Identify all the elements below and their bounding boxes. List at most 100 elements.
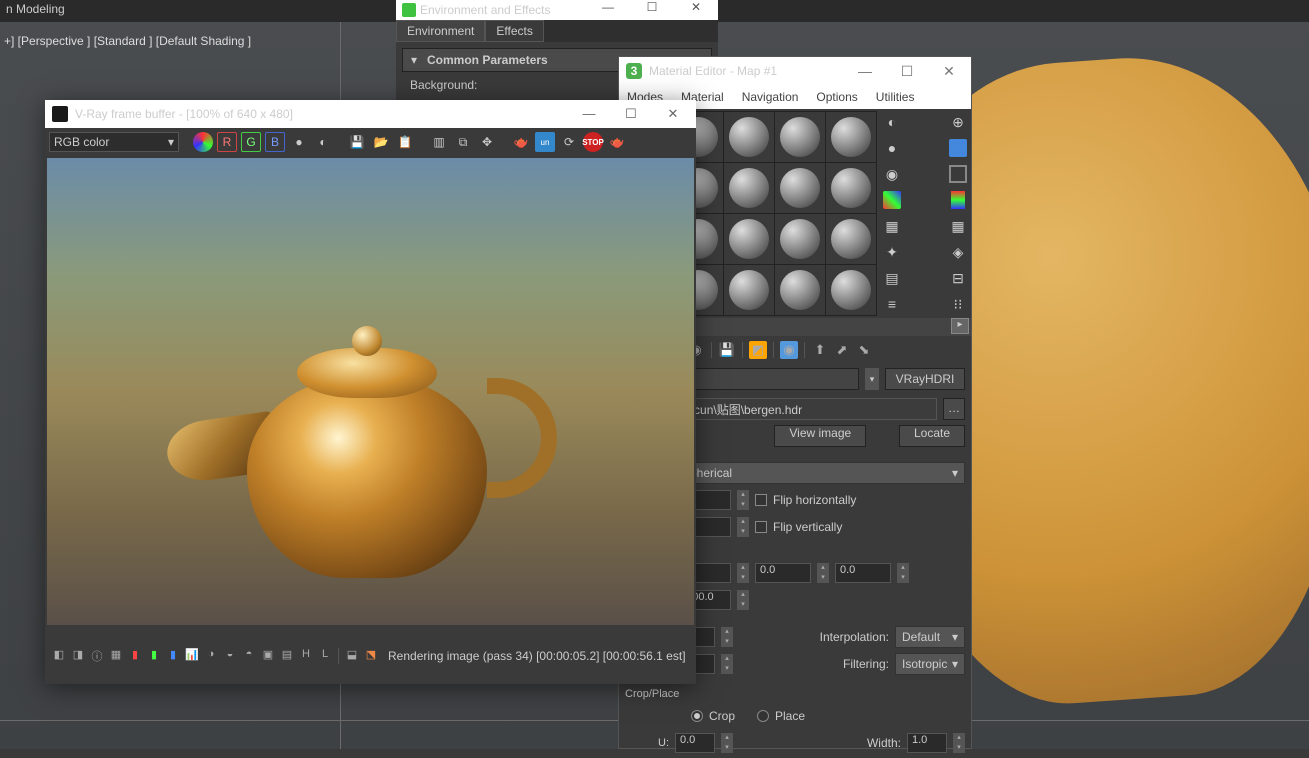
locate-button[interactable]: Locate xyxy=(899,425,965,447)
sample-slot[interactable] xyxy=(826,214,876,264)
pixel-info-icon[interactable]: ▦ xyxy=(108,648,124,664)
flip-vert-checkbox[interactable] xyxy=(755,521,767,533)
color-correction-icon[interactable]: ◧ xyxy=(51,648,67,664)
spinner[interactable]: ▴▾ xyxy=(721,627,733,647)
go-sibling-icon[interactable]: ⬊ xyxy=(855,341,873,359)
sample-slot[interactable] xyxy=(826,112,876,162)
show-end-result-icon[interactable]: ◉ xyxy=(780,341,798,359)
load-image-icon[interactable]: 📂 xyxy=(371,132,391,152)
save-image-icon[interactable]: 💾 xyxy=(347,132,367,152)
reset-map-icon[interactable]: 💾 xyxy=(718,341,736,359)
material-name-dropdown[interactable]: ▾ xyxy=(865,368,879,390)
histogram-icon[interactable]: 📊 xyxy=(184,648,200,664)
spinner[interactable]: ▴▾ xyxy=(737,563,749,583)
sample-slot[interactable] xyxy=(775,214,825,264)
mono-channel-icon[interactable]: ◐ xyxy=(313,132,333,152)
go-parent-icon[interactable]: ⬆ xyxy=(811,341,829,359)
sample-slot[interactable] xyxy=(724,163,774,213)
spinner[interactable]: ▴▾ xyxy=(721,654,733,674)
curve-icon[interactable]: ▮ xyxy=(146,648,162,664)
select-by-material-icon[interactable]: ⊕ xyxy=(949,113,967,131)
menu-utilities[interactable]: Utilities xyxy=(876,90,915,104)
put-to-scene-icon[interactable]: ⊟ xyxy=(949,269,967,287)
flip-horiz-checkbox[interactable] xyxy=(755,494,767,506)
stamp-icon[interactable]: ▤ xyxy=(279,648,295,664)
close-button[interactable]: ✕ xyxy=(652,102,694,126)
show-map-icon[interactable]: ◩ xyxy=(749,341,767,359)
close-button[interactable]: ✕ xyxy=(674,0,718,20)
sample-type-icon[interactable]: ◐ xyxy=(883,113,901,131)
refresh-icon[interactable]: ⟳ xyxy=(559,132,579,152)
spinner[interactable]: ▴▾ xyxy=(737,490,749,510)
spinner[interactable]: ▴▾ xyxy=(737,517,749,537)
menu-options[interactable]: Options xyxy=(816,90,857,104)
clear-image-icon[interactable]: ▥ xyxy=(429,132,449,152)
browse-file-button[interactable]: … xyxy=(943,398,965,420)
width-input[interactable]: 1.0 xyxy=(907,733,947,753)
compare-icon[interactable]: ⬓ xyxy=(344,648,360,664)
track-mouse-icon[interactable]: 🫖 xyxy=(511,132,531,152)
icc-icon[interactable]: ▣ xyxy=(260,648,276,664)
alpha-channel-icon[interactable]: ● xyxy=(289,132,309,152)
ocio-icon[interactable]: ◓ xyxy=(241,648,257,664)
info-icon[interactable]: ⓘ xyxy=(89,648,105,664)
sample-slot[interactable] xyxy=(775,112,825,162)
make-preview-icon[interactable]: ▤ xyxy=(883,269,901,287)
get-material-icon[interactable]: ◈ xyxy=(949,243,967,261)
rgb-icon[interactable] xyxy=(193,132,213,152)
l-icon[interactable]: L xyxy=(317,648,333,664)
srgb-icon[interactable]: ◑ xyxy=(203,648,219,664)
mapping-type-dropdown[interactable]: Spherical▾ xyxy=(675,462,965,484)
tab-environment[interactable]: Environment xyxy=(396,20,485,42)
options-icon[interactable]: ≡ xyxy=(883,295,901,313)
material-map-navigator-icon[interactable] xyxy=(949,139,967,157)
spinner[interactable]: ▴▾ xyxy=(897,563,909,583)
ab-compare-icon[interactable]: ⬔ xyxy=(363,648,379,664)
options-icon[interactable] xyxy=(951,191,965,209)
sample-type-icon[interactable]: ● xyxy=(883,139,901,157)
sample-slot[interactable] xyxy=(826,163,876,213)
force-clamp-icon[interactable]: ◨ xyxy=(70,648,86,664)
lut-icon[interactable]: ◒ xyxy=(222,648,238,664)
maximize-button[interactable]: ☐ xyxy=(630,0,674,20)
region-render-icon[interactable]: ✥ xyxy=(477,132,497,152)
backlight-icon[interactable]: ◉ xyxy=(883,165,901,183)
minimize-button[interactable]: — xyxy=(586,0,630,20)
crop-radio[interactable] xyxy=(691,710,703,722)
background-icon[interactable] xyxy=(883,191,901,209)
interpolation-dropdown[interactable]: Default▾ xyxy=(895,626,965,648)
tab-effects[interactable]: Effects xyxy=(485,20,543,42)
green-channel-icon[interactable]: G xyxy=(241,132,261,152)
duplicate-icon[interactable]: ⧉ xyxy=(453,132,473,152)
scroll-right-button[interactable]: ▸ xyxy=(951,318,969,334)
spinner[interactable]: ▴▾ xyxy=(721,733,733,753)
blue-channel-icon[interactable]: B xyxy=(265,132,285,152)
sample-slot[interactable] xyxy=(724,112,774,162)
render-output[interactable] xyxy=(47,158,694,625)
slot-grid-icon[interactable]: ▦ xyxy=(949,217,967,235)
sample-slot[interactable] xyxy=(775,265,825,315)
levels-icon[interactable]: ▮ xyxy=(127,648,143,664)
u-input[interactable]: 0.0 xyxy=(675,733,715,753)
spinner[interactable]: ▴▾ xyxy=(817,563,829,583)
filtering-dropdown[interactable]: Isotropic▾ xyxy=(895,653,965,675)
channel-dropdown[interactable]: RGB color▾ xyxy=(49,132,179,152)
swatch-icon[interactable] xyxy=(949,165,967,183)
ground-z-input[interactable]: 0.0 xyxy=(835,563,891,583)
sample-slot[interactable] xyxy=(775,163,825,213)
slot-options-icon[interactable]: ⁝⁝ xyxy=(949,295,967,313)
sample-slot[interactable] xyxy=(724,265,774,315)
sample-slot[interactable] xyxy=(826,265,876,315)
clipboard-icon[interactable]: 📋 xyxy=(395,132,415,152)
material-type-button[interactable]: VRayHDRI xyxy=(885,368,965,390)
maximize-button[interactable]: ☐ xyxy=(887,59,927,83)
minimize-button[interactable]: — xyxy=(568,102,610,126)
link-pdplayer-icon[interactable]: un xyxy=(535,132,555,152)
env-titlebar[interactable]: Environment and Effects — ☐ ✕ xyxy=(396,0,718,20)
stop-render-icon[interactable]: STOP xyxy=(583,132,603,152)
h-icon[interactable]: H xyxy=(298,648,314,664)
spinner[interactable]: ▴▾ xyxy=(737,590,749,610)
close-button[interactable]: ✕ xyxy=(929,59,969,83)
mat-titlebar[interactable]: 3 Material Editor - Map #1 — ☐ ✕ xyxy=(619,57,971,85)
video-color-check-icon[interactable]: ✦ xyxy=(883,243,901,261)
